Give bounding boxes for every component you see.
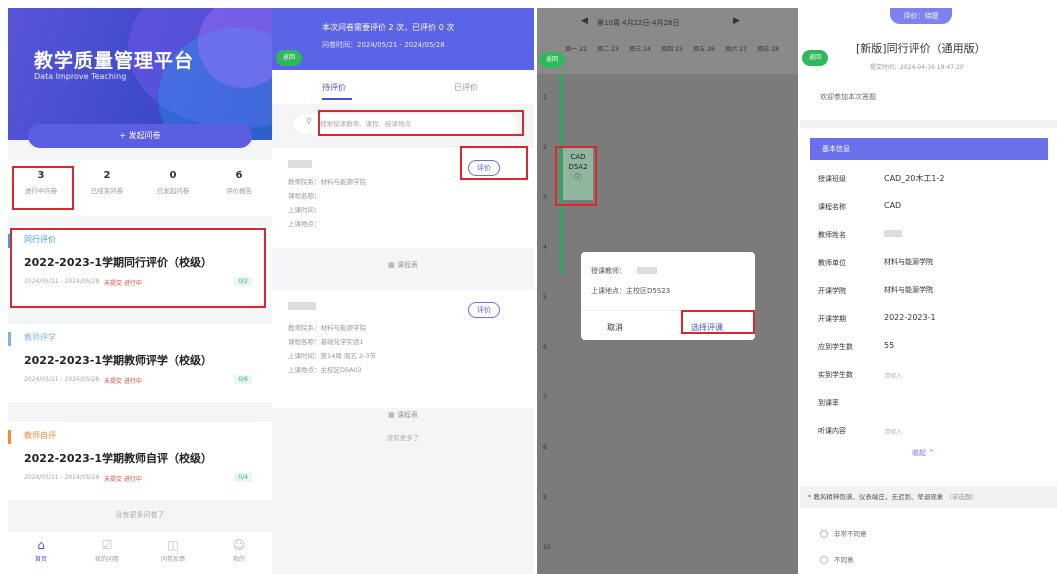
section-header: 基本信息 xyxy=(810,138,1048,160)
timetable-link[interactable]: ▦ 课程表 xyxy=(272,260,534,270)
period-label: 3 xyxy=(543,194,547,201)
day-header: 周一 22 xyxy=(565,46,587,53)
home-screen: 教学质量管理平台 Data Improve Teaching + 发起问卷 3 … xyxy=(8,8,272,574)
day-header: 周五 26 xyxy=(693,46,715,53)
form-title: [新版]同行评价（通用版） xyxy=(856,42,986,55)
teacher-name-blurred xyxy=(288,160,312,168)
evaluation-summary-header: 返回 本次问卷需要评价 2 次，已评价 0 次 问卷时间：2024/05/21 … xyxy=(272,8,534,70)
highlight-box xyxy=(460,146,528,180)
highlight-box xyxy=(12,166,74,210)
app-title: 教学质量管理平台 xyxy=(34,50,195,72)
back-button[interactable]: 返回 xyxy=(802,50,828,66)
timetable-link[interactable]: ▦ 课程表 xyxy=(272,410,534,420)
course-value: CAD xyxy=(884,201,902,210)
submit-time: 提交时间：2024-04-16 19:47:20 xyxy=(870,64,964,71)
peer-evaluation-list-screen: 返回 本次问卷需要评价 2 次，已评价 0 次 问卷时间：2024/05/21 … xyxy=(272,8,534,574)
period-label: 2 xyxy=(543,144,547,151)
tab-feedback[interactable]: ◫ 问卷反馈 xyxy=(140,538,206,563)
tab-mine[interactable]: ☺ 我的 xyxy=(206,538,272,563)
stat-reports[interactable]: 6 评价报告 xyxy=(206,170,272,195)
end-of-list-note: 没有更多问卷了 xyxy=(115,511,165,519)
home-banner: 教学质量管理平台 Data Improve Teaching xyxy=(8,8,272,140)
survey-card-teacher-eval[interactable]: 教师评学 2022-2023-1学期教师评学（校级） 2024/05/21 - … xyxy=(8,324,272,402)
tab-pending[interactable]: 待评价 xyxy=(322,82,346,93)
radio-icon xyxy=(820,556,828,564)
period-label: 6 xyxy=(543,344,547,351)
semester-value: 2022-2023-1 xyxy=(884,313,936,322)
period-label: 9 xyxy=(543,494,547,501)
week-header: ◀ 第10周 4月22日-4月28日 ▶ 返回 周一 22 周二 23 周三 2… xyxy=(537,8,798,74)
evaluate-button[interactable]: 评价 xyxy=(468,302,500,318)
period-label: 5 xyxy=(543,294,547,301)
evaluation-tabs: 待评价 已评价 xyxy=(272,70,534,104)
welcome-text: 欢迎参加本次答题 xyxy=(820,93,876,101)
collapse-toggle[interactable]: 收起 ^ xyxy=(912,448,934,458)
end-of-list-note: 没有更多了 xyxy=(386,434,420,442)
option-disagree[interactable]: 不同意 xyxy=(820,554,854,564)
add-survey-button[interactable]: + 发起问卷 xyxy=(28,124,252,148)
period-label: 4 xyxy=(543,244,547,251)
back-button[interactable]: 返回 xyxy=(276,50,302,66)
evaluation-form-screen: 评价：待提 返回 [新版]同行评价（通用版） 提交时间：2024-04-16 1… xyxy=(800,8,1057,574)
next-week-icon[interactable]: ▶ xyxy=(733,16,740,26)
stat-initiated[interactable]: 0 已发起问卷 xyxy=(140,170,206,195)
teacher-name-blurred xyxy=(637,267,657,274)
tab-my-surveys[interactable]: ☑ 我的问卷 xyxy=(74,538,140,563)
feedback-icon: ◫ xyxy=(167,538,179,552)
radio-icon xyxy=(820,530,828,538)
calendar-icon: ▦ xyxy=(388,411,397,419)
user-icon: ☺ xyxy=(232,538,246,552)
course-card[interactable]: 教师院系：材料与能源学院 课程名称：基础化学实验1 上课时间：第14周 周五 2… xyxy=(272,290,534,408)
period-label: 7 xyxy=(543,394,547,401)
survey-icon: ☑ xyxy=(101,538,113,552)
teacher-unit-value: 材料与能源学院 xyxy=(884,258,933,266)
teacher-name-blurred xyxy=(288,302,316,310)
bottom-tabbar: ⌂ 首页 ☑ 我的问卷 ◫ 问卷反馈 ☺ 我的 xyxy=(8,532,272,574)
period-label: 10 xyxy=(543,544,551,551)
option-strongly-disagree[interactable]: 非常不同意 xyxy=(820,528,867,538)
day-header: 周四 25 xyxy=(661,46,683,53)
highlight-box xyxy=(10,228,266,308)
survey-card-self-eval[interactable]: 教师自评 2022-2023-1学期教师自评（校级） 2024/05/21 - … xyxy=(8,422,272,500)
class-value: CAD_20木工1-2 xyxy=(884,174,945,183)
expected-students-value: 55 xyxy=(884,341,895,350)
day-header: 周六 27 xyxy=(725,46,747,53)
week-label: 第10周 4月22日-4月28日 xyxy=(597,19,680,27)
college-value: 材料与能源学院 xyxy=(884,286,933,294)
lecture-content-input[interactable]: 请输入 xyxy=(884,427,902,436)
highlight-box xyxy=(318,110,524,136)
cancel-button[interactable]: 取消 xyxy=(607,322,623,333)
day-header: 周二 23 xyxy=(597,46,619,53)
tab-done[interactable]: 已评价 xyxy=(454,82,478,93)
stat-ended[interactable]: 2 已结束问卷 xyxy=(74,170,140,195)
day-header: 周日 28 xyxy=(757,46,779,53)
home-icon: ⌂ xyxy=(37,538,45,552)
highlight-box xyxy=(555,146,597,206)
search-icon: ⚲ xyxy=(306,117,312,126)
teacher-name-blurred xyxy=(884,230,902,237)
period-label: 8 xyxy=(543,444,547,451)
prev-week-icon[interactable]: ◀ xyxy=(581,16,588,26)
highlight-box xyxy=(681,310,755,334)
calendar-icon: ▦ xyxy=(388,261,397,269)
status-badge: 评价：待提 xyxy=(890,8,952,24)
period-label: 1 xyxy=(543,94,547,101)
timetable-screen: ◀ 第10周 4月22日-4月28日 ▶ 返回 周一 22 周二 23 周三 2… xyxy=(537,8,798,574)
app-subtitle: Data Improve Teaching xyxy=(34,72,127,81)
question-title: * 教风精神饱满、仪表端庄，无迟到、早退现象 （单选题） xyxy=(800,486,1057,508)
actual-students-input[interactable]: 请输入 xyxy=(884,371,902,380)
back-button[interactable]: 返回 xyxy=(539,52,565,68)
tab-home[interactable]: ⌂ 首页 xyxy=(8,538,74,563)
day-header: 周三 24 xyxy=(629,46,651,53)
